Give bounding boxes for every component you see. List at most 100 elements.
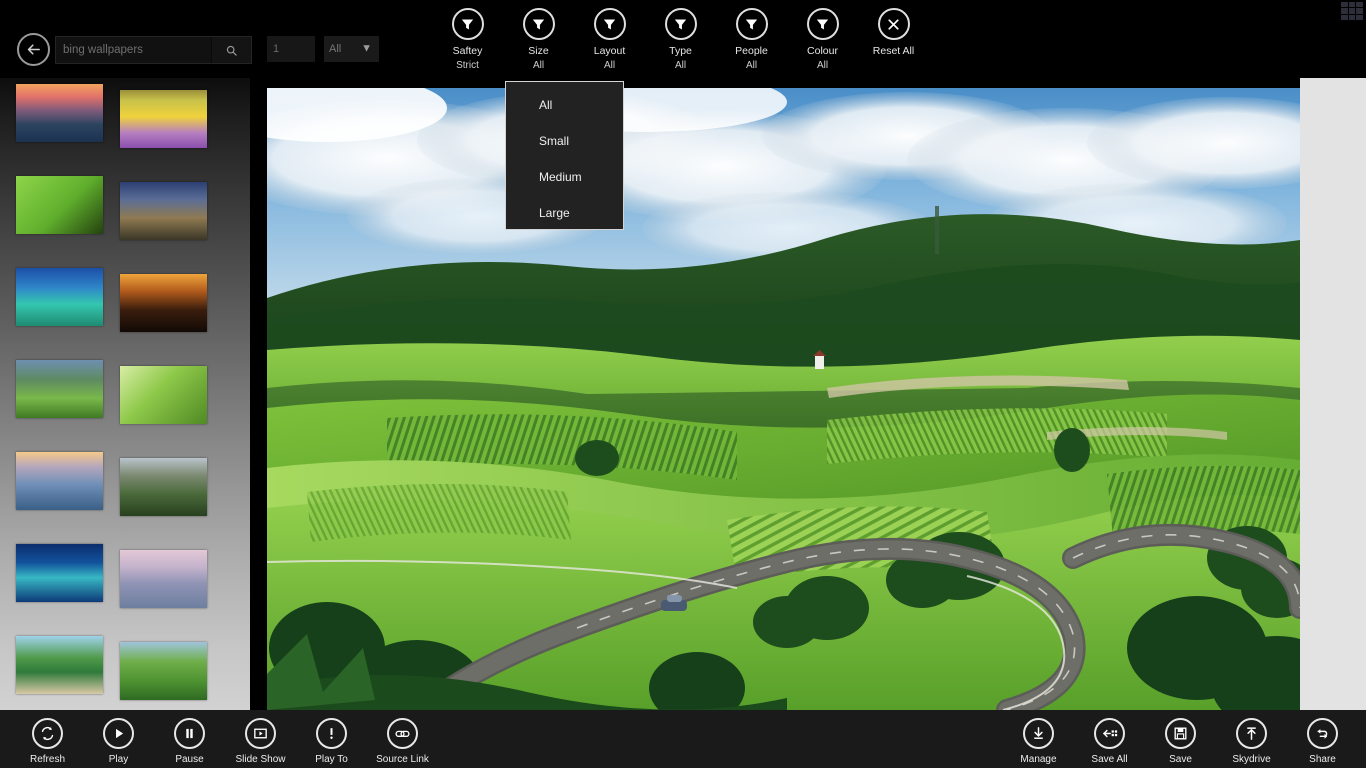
play-button[interactable]: Play	[83, 718, 154, 766]
thumb-birds-on-branch-green[interactable]	[16, 176, 103, 234]
slideshow-button-circle	[245, 718, 276, 749]
save-all-icon	[1103, 729, 1118, 738]
save-button[interactable]: Save	[1145, 718, 1216, 766]
filter-saftey-value: Strict	[456, 60, 479, 71]
play-icon	[116, 728, 124, 739]
source-link-button[interactable]: Source Link	[367, 718, 438, 766]
thumb-green-terraced-valley[interactable]	[120, 642, 207, 700]
app-window: All ▼ Saftey Strict Size All Layout All Type Al…	[0, 0, 1366, 768]
download-icon	[1034, 727, 1043, 739]
slideshow-button[interactable]: Slide Show	[225, 718, 296, 766]
slideshow-icon	[254, 728, 267, 739]
manage-button-label: Manage	[1020, 754, 1057, 765]
filter-button-group: Saftey Strict Size All Layout All Type All Peopl…	[432, 8, 929, 73]
bottom-bar-left-group: Refresh Play Pause Slide Show Play To Source …	[12, 718, 438, 766]
filter-layout-value: All	[603, 60, 616, 71]
dropdown-item-medium[interactable]: Medium	[506, 159, 623, 195]
refresh-icon	[41, 726, 54, 741]
thumb-atoll-island-ocean[interactable]	[16, 544, 103, 602]
bottom-bar-right-group: Manage Save All Save Skydrive Share	[1003, 718, 1358, 766]
manage-button-circle	[1023, 718, 1054, 749]
page-number-input[interactable]	[267, 36, 315, 62]
thumb-blue-mountain-tree[interactable]	[16, 452, 103, 510]
thumbnail-row	[0, 544, 250, 636]
main-photo-frame[interactable]	[267, 88, 1300, 710]
size-filter-dropdown[interactable]: All Small Medium Large	[505, 81, 624, 230]
filter-type[interactable]: Type All	[645, 8, 716, 73]
refresh-button-circle	[32, 718, 63, 749]
search-submit-button[interactable]	[211, 37, 251, 63]
viewer-right-panel	[1300, 78, 1366, 710]
thumb-green-rolling-hills[interactable]	[16, 360, 103, 418]
scope-select[interactable]: All	[324, 36, 379, 62]
filter-funnel-icon	[745, 19, 758, 29]
share-icon	[1317, 728, 1328, 739]
thumbnail-row	[0, 636, 250, 710]
refresh-button[interactable]: Refresh	[12, 718, 83, 766]
thumbnail-row	[0, 268, 250, 360]
pause-button-label: Pause	[175, 754, 204, 765]
top-toolbar: All ▼ Saftey Strict Size All Layout All Type Al…	[0, 0, 1366, 78]
thumb-pink-lake-mountain[interactable]	[120, 550, 207, 608]
filter-layout[interactable]: Layout All	[574, 8, 645, 73]
filter-funnel-icon	[674, 19, 687, 29]
search-input[interactable]	[56, 37, 211, 63]
refresh-button-label: Refresh	[29, 754, 65, 765]
thumb-neuschwanstein-castle[interactable]	[120, 458, 207, 516]
thumbnail-row	[0, 176, 250, 268]
search-icon	[226, 45, 237, 56]
back-arrow-icon	[27, 44, 40, 55]
corner-dots-indicator	[1341, 2, 1363, 20]
thumbnail-row	[0, 452, 250, 544]
filter-saftey-label: Saftey	[452, 45, 483, 57]
filter-type-circle	[664, 8, 697, 40]
filter-size-label: Size	[528, 45, 549, 57]
dropdown-item-large[interactable]: Large	[506, 195, 623, 231]
dropdown-item-small[interactable]: Small	[506, 123, 623, 159]
filter-size-value: All	[532, 60, 545, 71]
save-all-button[interactable]: Save All	[1074, 718, 1145, 766]
thumb-castle-at-dusk[interactable]	[120, 182, 207, 240]
filter-colour-value: All	[816, 60, 829, 71]
play-to-button[interactable]: Play To	[296, 718, 367, 766]
source-link-button-label: Source Link	[376, 754, 429, 765]
thumb-palm-beach[interactable]	[16, 636, 103, 694]
thumb-lavender-yellow-field[interactable]	[120, 90, 207, 148]
play-to-icon	[330, 728, 333, 739]
thumb-turquoise-pier-bungalow[interactable]	[16, 268, 103, 326]
thumb-volcano-lava-night[interactable]	[120, 274, 207, 332]
thumbnail-sidebar[interactable]	[0, 78, 250, 710]
terraced-vineyard-winding-road-photo[interactable]	[267, 88, 1300, 710]
upload-icon	[1247, 727, 1256, 740]
thumb-porto-bridge-sunset[interactable]	[16, 84, 103, 142]
filter-colour[interactable]: Colour All	[787, 8, 858, 73]
dropdown-item-all[interactable]: All	[506, 87, 623, 123]
floppy-icon	[1174, 727, 1187, 740]
filter-size-circle	[522, 8, 555, 40]
play-to-button-circle	[316, 718, 347, 749]
save-button-label: Save	[1169, 754, 1192, 765]
bottom-app-bar: Refresh Play Pause Slide Show Play To Source …	[0, 710, 1366, 768]
source-link-button-circle	[387, 718, 418, 749]
reset-all-circle	[877, 8, 910, 40]
scope-select-wrap: All ▼	[315, 36, 379, 62]
pause-button[interactable]: Pause	[154, 718, 225, 766]
reset-all[interactable]: Reset All	[858, 8, 929, 73]
filter-funnel-icon	[603, 19, 616, 29]
close-x-icon	[888, 18, 899, 30]
back-button[interactable]	[17, 33, 50, 66]
filter-type-value: All	[674, 60, 687, 71]
manage-button[interactable]: Manage	[1003, 718, 1074, 766]
share-button[interactable]: Share	[1287, 718, 1358, 766]
save-button-circle	[1165, 718, 1196, 749]
thumb-lotus-leaf-dew[interactable]	[120, 366, 207, 424]
skydrive-button-circle	[1236, 718, 1267, 749]
skydrive-button[interactable]: Skydrive	[1216, 718, 1287, 766]
play-to-button-label: Play To	[315, 754, 348, 765]
filter-people[interactable]: People All	[716, 8, 787, 73]
filter-size[interactable]: Size All	[503, 8, 574, 73]
pause-icon	[186, 728, 193, 739]
filter-saftey[interactable]: Saftey Strict	[432, 8, 503, 73]
pause-button-circle	[174, 718, 205, 749]
share-button-label: Share	[1309, 754, 1336, 765]
